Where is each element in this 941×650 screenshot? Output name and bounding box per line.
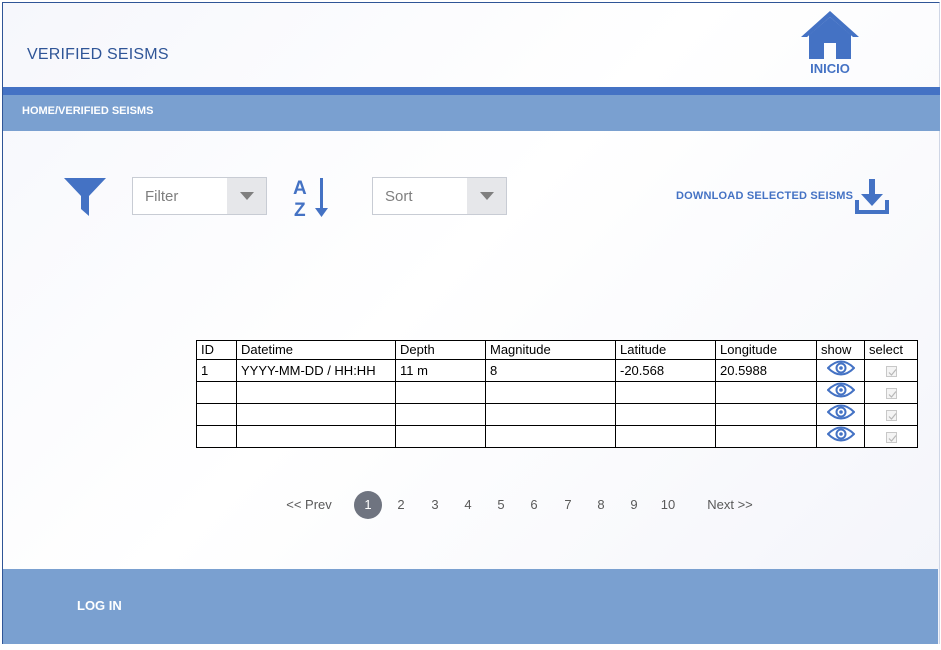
column-header-select: select <box>864 340 918 360</box>
breadcrumb-bar: HOME/VERIFIED SEISMS <box>3 95 940 131</box>
select-cell <box>864 381 918 404</box>
select-checkbox[interactable] <box>885 409 897 421</box>
eye-icon[interactable] <box>826 404 855 420</box>
table-row: 1 YYYY-MM-DD / HH:HH 11 m 8 -20.568 20.5… <box>196 359 918 382</box>
table-row <box>196 425 918 448</box>
cell-datetime <box>236 425 396 448</box>
page-link-7[interactable]: 7 <box>559 492 577 518</box>
cell-datetime <box>236 403 396 426</box>
cell-depth <box>395 425 486 448</box>
sort-select-value: Sort <box>385 188 413 205</box>
column-header-depth[interactable]: Depth <box>395 340 486 360</box>
cell-latitude <box>615 425 716 448</box>
column-header-show: show <box>816 340 865 360</box>
svg-text:A: A <box>293 178 307 199</box>
cell-datetime: YYYY-MM-DD / HH:HH <box>236 359 396 382</box>
header: VERIFIED SEISMS INICIO <box>3 3 940 88</box>
column-header-id[interactable]: ID <box>196 340 237 360</box>
eye-icon[interactable] <box>826 382 855 398</box>
chevron-down-icon <box>480 192 494 200</box>
next-page-link[interactable]: Next >> <box>702 492 758 518</box>
home-icon <box>801 11 859 59</box>
select-checkbox[interactable] <box>885 365 897 377</box>
breadcrumb: HOME/VERIFIED SEISMS <box>22 105 154 117</box>
cell-latitude <box>615 403 716 426</box>
footer: LOG IN <box>3 569 938 644</box>
pagination: << Prev 1 2 3 4 5 6 7 8 9 10 Next >> <box>270 491 770 520</box>
cell-id <box>196 381 237 404</box>
page-link-3[interactable]: 3 <box>426 492 444 518</box>
cell-depth: 11 m <box>395 359 486 382</box>
filter-dropdown-button[interactable] <box>227 178 266 214</box>
show-cell <box>816 381 865 404</box>
filter-select-value: Filter <box>145 188 179 205</box>
eye-icon[interactable] <box>826 426 855 442</box>
eye-icon[interactable] <box>826 360 855 376</box>
cell-depth <box>395 381 486 404</box>
select-cell <box>864 425 918 448</box>
cell-magnitude <box>485 425 616 448</box>
download-icon <box>855 179 889 214</box>
table-row <box>196 403 918 426</box>
seisms-table: ID Datetime Depth Magnitude Latitude Lon… <box>196 340 918 448</box>
table-header-row: ID Datetime Depth Magnitude Latitude Lon… <box>196 340 918 360</box>
download-selected-button[interactable]: DOWNLOAD SELECTED SEISMS <box>676 178 894 218</box>
page-title: VERIFIED SEISMS <box>27 46 169 63</box>
cell-magnitude <box>485 381 616 404</box>
cell-longitude: 20.5988 <box>715 359 817 382</box>
column-header-datetime[interactable]: Datetime <box>236 340 396 360</box>
column-header-latitude[interactable]: Latitude <box>615 340 716 360</box>
page-link-10[interactable]: 10 <box>657 492 679 518</box>
cell-latitude: -20.568 <box>615 359 716 382</box>
cell-id: 1 <box>196 359 237 382</box>
sort-select[interactable]: Sort <box>372 177 507 215</box>
select-checkbox[interactable] <box>885 387 897 399</box>
show-cell <box>816 403 865 426</box>
home-label: INICIO <box>810 61 850 76</box>
sort-dropdown-button[interactable] <box>467 178 506 214</box>
cell-magnitude <box>485 403 616 426</box>
show-cell <box>816 359 865 382</box>
cell-id <box>196 425 237 448</box>
cell-longitude <box>715 425 817 448</box>
cell-id <box>196 403 237 426</box>
page-link-2[interactable]: 2 <box>392 492 410 518</box>
cell-depth <box>395 403 486 426</box>
column-header-magnitude[interactable]: Magnitude <box>485 340 616 360</box>
select-cell <box>864 403 918 426</box>
svg-text:Z: Z <box>294 200 306 219</box>
sort-az-icon[interactable]: A Z <box>292 175 332 221</box>
download-label: DOWNLOAD SELECTED SEISMS <box>676 190 854 202</box>
home-button[interactable]: INICIO <box>799 9 861 79</box>
chevron-down-icon <box>240 192 254 200</box>
cell-magnitude: 8 <box>485 359 616 382</box>
prev-page-link[interactable]: << Prev <box>284 492 334 518</box>
page-link-5[interactable]: 5 <box>492 492 510 518</box>
select-cell <box>864 359 918 382</box>
page-link-4[interactable]: 4 <box>459 492 477 518</box>
filter-select[interactable]: Filter <box>132 177 267 215</box>
page-link-8[interactable]: 8 <box>592 492 610 518</box>
accent-bar <box>3 87 940 95</box>
show-cell <box>816 425 865 448</box>
table-row <box>196 381 918 404</box>
cell-datetime <box>236 381 396 404</box>
select-checkbox[interactable] <box>885 431 897 443</box>
page-link-6[interactable]: 6 <box>525 492 543 518</box>
cell-latitude <box>615 381 716 404</box>
filter-icon[interactable] <box>64 176 106 218</box>
page-link-9[interactable]: 9 <box>625 492 643 518</box>
page-link-1-current[interactable]: 1 <box>354 491 382 519</box>
cell-longitude <box>715 403 817 426</box>
login-link[interactable]: LOG IN <box>77 598 122 613</box>
column-header-longitude[interactable]: Longitude <box>715 340 817 360</box>
cell-longitude <box>715 381 817 404</box>
